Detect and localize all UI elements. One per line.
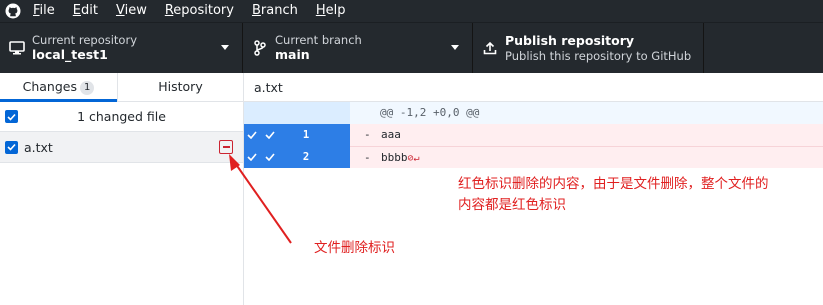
- menu-repository[interactable]: Repository: [156, 0, 243, 22]
- changed-file-name: a.txt: [24, 139, 53, 155]
- current-branch-label: Current branch: [275, 33, 362, 47]
- upload-icon: [475, 41, 505, 55]
- diff-marker: -: [364, 151, 371, 164]
- desktop-computer-icon: [2, 41, 32, 55]
- changes-sidebar: Changes 1 History 1 changed file a.txt: [0, 73, 244, 305]
- tab-history[interactable]: History: [118, 73, 243, 101]
- check-icon: [247, 131, 257, 139]
- chevron-down-icon: [221, 45, 229, 50]
- diff-deleted-line[interactable]: 1 - aaa: [244, 124, 823, 146]
- publish-repository-button[interactable]: Publish repository Publish this reposito…: [473, 23, 704, 73]
- diff-line-content: - bbbb⊘↵: [350, 146, 823, 168]
- diff-gutter: [244, 102, 350, 124]
- sidebar-tabs: Changes 1 History: [0, 73, 243, 102]
- publish-repository-title: Publish repository: [505, 33, 635, 48]
- current-branch-button[interactable]: Current branch main: [243, 23, 473, 73]
- changed-files-header: 1 changed file: [0, 102, 243, 132]
- file-deleted-icon: [219, 140, 233, 154]
- tab-changes-label: Changes: [22, 79, 77, 94]
- github-logo-icon: [2, 0, 24, 22]
- toolbar: Current repository local_test1 Current b…: [0, 22, 823, 73]
- diff-line-text: aaa: [381, 128, 401, 141]
- diff-deleted-line[interactable]: 2 - bbbb⊘↵: [244, 146, 823, 168]
- git-branch-icon: [245, 40, 275, 56]
- diff-line-gutter[interactable]: 2: [244, 146, 350, 168]
- changes-count-badge: 1: [80, 81, 95, 95]
- current-repository-name: local_test1: [32, 47, 108, 62]
- github-desktop-window: File Edit View Repository Branch Help Cu…: [0, 0, 823, 305]
- diff-line-text: bbbb: [381, 151, 408, 164]
- menu-bar: File Edit View Repository Branch Help: [0, 0, 823, 22]
- menu-view[interactable]: View: [107, 0, 156, 22]
- current-repository-button[interactable]: Current repository local_test1: [0, 23, 243, 73]
- annotation-line-2: 内容都是红色标识: [458, 197, 566, 213]
- publish-repository-subtitle: Publish this repository to GitHub: [505, 49, 692, 63]
- check-icon: [265, 153, 275, 161]
- tab-history-label: History: [158, 79, 203, 94]
- current-branch-name: main: [275, 47, 310, 62]
- check-icon: [247, 153, 257, 161]
- line-number: 1: [302, 129, 310, 141]
- changed-files-count: 1 changed file: [77, 109, 166, 124]
- changed-file-row[interactable]: a.txt: [0, 132, 243, 163]
- diff-line-content: - aaa: [350, 124, 823, 146]
- chevron-down-icon: [451, 45, 459, 50]
- file-checkbox[interactable]: [5, 140, 18, 154]
- annotation-deleted-content: 红色标识删除的内容，由于是文件删除，整个文件的 内容都是红色标识: [458, 174, 818, 216]
- annotation-file-deleted: 文件删除标识: [314, 240, 395, 256]
- menu-help[interactable]: Help: [307, 0, 355, 22]
- line-number: 2: [302, 151, 310, 163]
- menu-branch[interactable]: Branch: [243, 0, 307, 22]
- diff-file-header: a.txt: [244, 73, 823, 102]
- select-all-checkbox[interactable]: [5, 110, 18, 123]
- hunk-header-text: @@ -1,2 +0,0 @@: [380, 106, 480, 119]
- diff-line-gutter[interactable]: 1: [244, 124, 350, 146]
- diff-lines: @@ -1,2 +0,0 @@ 1 - aaa 2 - bbbb⊘↵: [244, 102, 823, 168]
- no-newline-icon: ⊘↵: [407, 153, 420, 164]
- tab-changes[interactable]: Changes 1: [0, 73, 118, 102]
- diff-hunk-header: @@ -1,2 +0,0 @@: [244, 102, 823, 124]
- check-icon: [265, 131, 275, 139]
- diff-marker: -: [364, 128, 371, 141]
- menu-file[interactable]: File: [24, 0, 64, 22]
- annotation-line-1: 红色标识删除的内容，由于是文件删除，整个文件的: [458, 176, 769, 192]
- current-repository-label: Current repository: [32, 33, 137, 47]
- menu-edit[interactable]: Edit: [64, 0, 107, 22]
